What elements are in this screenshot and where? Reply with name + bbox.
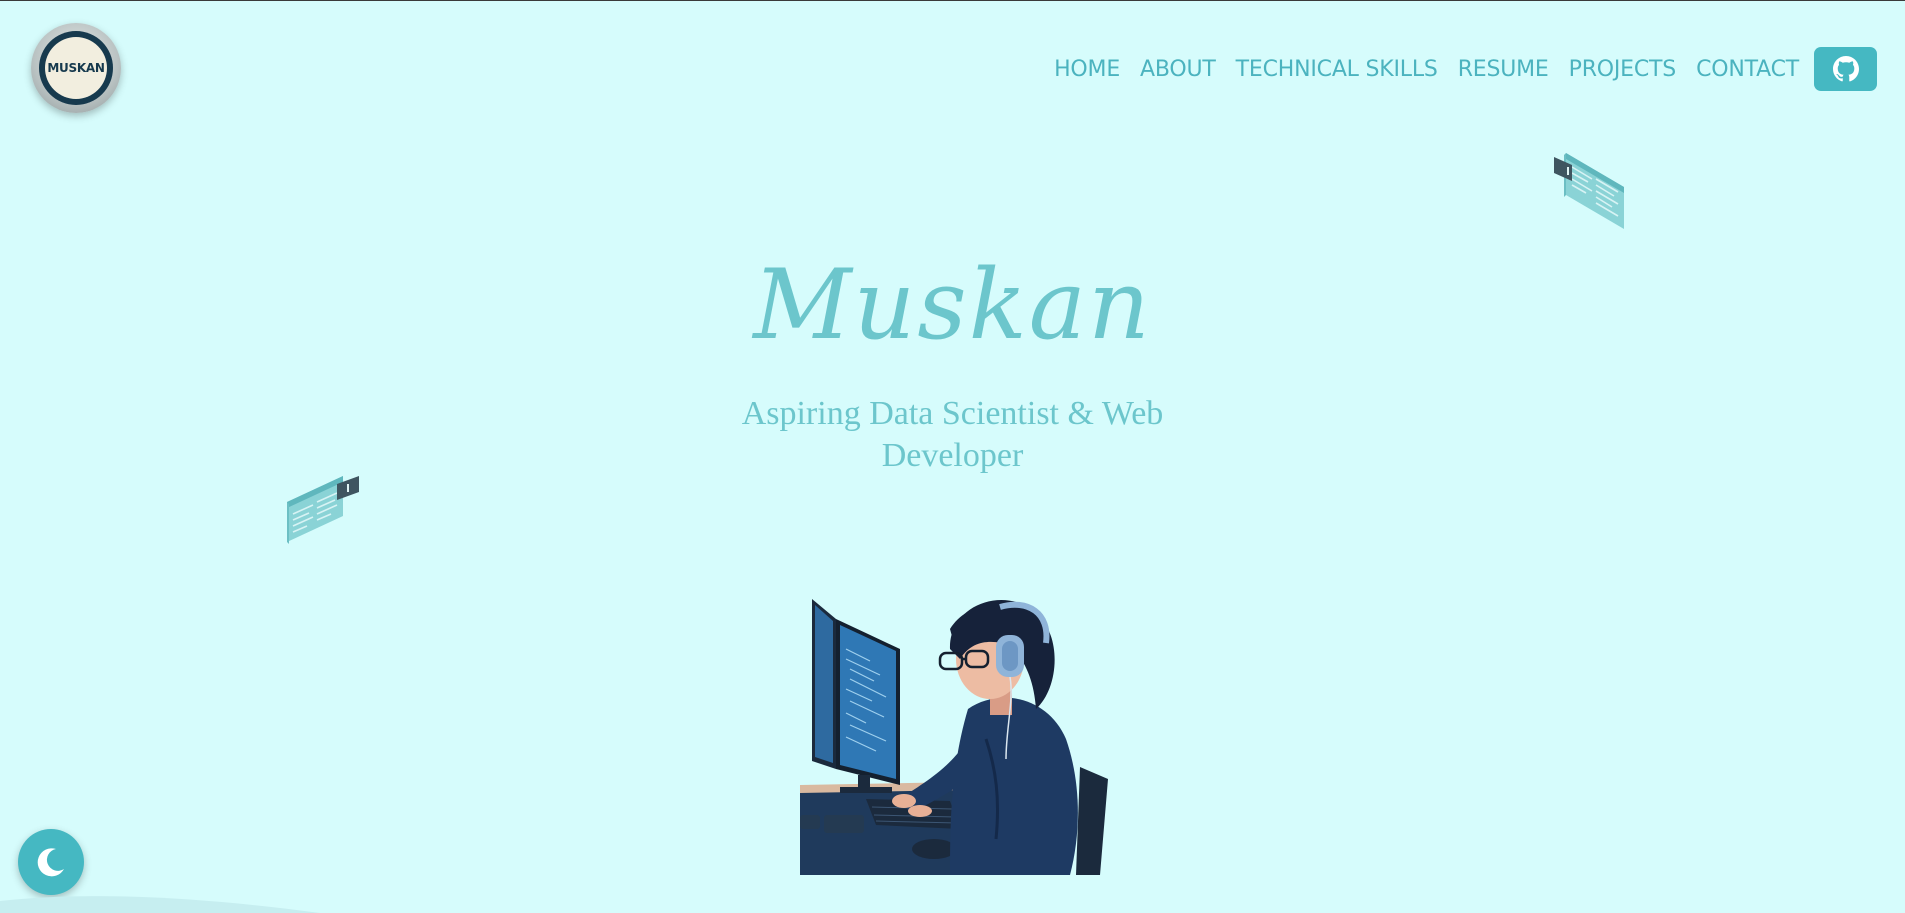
nav-projects[interactable]: PROJECTS [1569,57,1677,82]
hero-name: Muskan [753,249,1152,361]
mouse [912,839,956,859]
github-button[interactable] [1814,47,1877,91]
nav-contact[interactable]: CONTACT [1696,57,1799,82]
hero-subtitle-line1: Aspiring Data Scientist & Web [741,395,1164,432]
bottom-wave [0,896,320,913]
code-window-icon [1554,153,1624,229]
chair [1076,767,1108,875]
main-nav: HOME ABOUT TECHNICAL SKILLS RESUME PROJE… [1054,47,1877,91]
logo-ring: MUSKAN [39,31,113,105]
nav-technical-skills[interactable]: TECHNICAL SKILLS [1236,57,1438,82]
moon-icon [37,848,64,877]
logo-text: MUSKAN [45,37,107,99]
hoodie [950,697,1078,875]
site-logo[interactable]: MUSKAN [31,23,121,113]
code-window-icon [287,476,359,544]
github-icon [1832,56,1859,82]
nav-home[interactable]: HOME [1054,57,1120,82]
hero-subtitle-line2: Developer [881,437,1024,474]
coder-illustration [800,599,1108,875]
nav-resume[interactable]: RESUME [1458,57,1549,82]
theme-toggle-button[interactable] [18,829,84,895]
nav-about[interactable]: ABOUT [1140,57,1216,82]
hero-subtitle: Aspiring Data Scientist & Web Developer [0,393,1905,477]
